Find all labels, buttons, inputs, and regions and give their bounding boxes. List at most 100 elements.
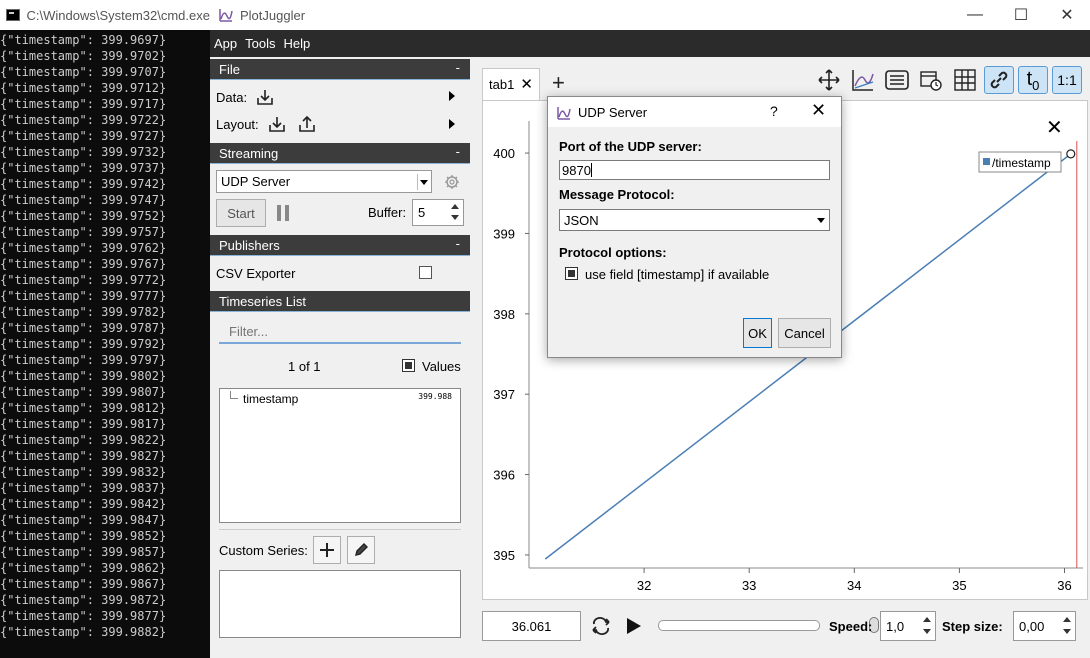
port-input[interactable]: 9870 [559, 160, 830, 180]
cancel-button[interactable]: Cancel [778, 318, 831, 348]
ratio-icon[interactable]: 1:1 [1052, 66, 1082, 94]
cmd-line: {"timestamp": 399.9712} [0, 81, 167, 95]
move-icon[interactable] [814, 66, 844, 94]
start-button[interactable]: Start [216, 199, 266, 227]
close-tab-icon[interactable]: ✕ [520, 75, 533, 93]
load-data-icon[interactable] [255, 88, 275, 106]
x-tick-label: 33 [742, 578, 756, 593]
timeseries-tree: timestamp 399.988 [219, 388, 461, 523]
cmd-line: {"timestamp": 399.9857} [0, 545, 167, 559]
add-tab-button[interactable]: + [552, 70, 565, 96]
cmd-line: {"timestamp": 399.9752} [0, 209, 167, 223]
time-offset-icon[interactable]: t0 [1018, 66, 1048, 94]
timeseries-section-header[interactable]: Timeseries List [210, 291, 470, 312]
left-panel: File - Data: Layout: Streaming - UDP Ser… [210, 57, 470, 658]
file-collapse-button[interactable]: - [456, 60, 460, 75]
plot-style-icon[interactable] [848, 66, 878, 94]
menu-app[interactable]: App [214, 36, 237, 51]
ok-button[interactable]: OK [743, 318, 772, 348]
edit-custom-series-button[interactable] [347, 536, 375, 564]
port-label: Port of the UDP server: [559, 139, 702, 154]
cmd-titlebar[interactable]: C:\Windows\System32\cmd.exe [0, 0, 210, 30]
close-plot-icon[interactable]: ✕ [1046, 115, 1063, 140]
spin-down-icon[interactable] [448, 213, 462, 224]
help-button[interactable]: ? [770, 103, 778, 119]
save-layout-icon[interactable] [297, 115, 317, 133]
cmd-line: {"timestamp": 399.9812} [0, 401, 167, 415]
list-icon[interactable] [882, 66, 912, 94]
csv-exporter-label: CSV Exporter [216, 266, 296, 281]
spin-up-icon[interactable] [448, 201, 462, 212]
publishers-collapse-button[interactable]: - [456, 236, 460, 251]
cmd-output: {"timestamp": 399.9697} {"timestamp": 399… [0, 32, 210, 640]
layout-label: Layout: [216, 116, 259, 132]
values-label: Values [422, 359, 461, 374]
protocol-select[interactable]: JSON [559, 209, 830, 231]
cmd-line: {"timestamp": 399.9777} [0, 289, 167, 303]
maximize-button[interactable]: ☐ [998, 0, 1044, 30]
close-window-button[interactable]: ✕ [1044, 0, 1090, 30]
grid-icon[interactable] [950, 66, 980, 94]
cmd-line: {"timestamp": 399.9742} [0, 177, 167, 191]
link-icon[interactable] [984, 66, 1014, 94]
menu-bar: App Tools Help [210, 30, 1090, 57]
menu-help[interactable]: Help [284, 36, 311, 51]
legend-label: /timestamp [992, 156, 1051, 170]
data-menu-arrow-icon[interactable] [449, 91, 455, 101]
dialog-titlebar[interactable]: UDP Server ? ✕ [548, 97, 841, 127]
values-checkbox[interactable] [402, 359, 415, 372]
gear-icon[interactable] [444, 174, 460, 190]
cmd-line: {"timestamp": 399.9787} [0, 321, 167, 335]
use-timestamp-checkbox[interactable] [565, 267, 578, 280]
layout-row: Layout: [216, 115, 317, 133]
y-tick-label: 397 [493, 387, 515, 402]
cmd-line: {"timestamp": 399.9717} [0, 97, 167, 111]
streaming-collapse-button[interactable]: - [456, 144, 460, 159]
step-size-label: Step size: [942, 619, 1003, 634]
layout-menu-arrow-icon[interactable] [449, 119, 455, 129]
play-icon[interactable] [625, 616, 643, 636]
add-custom-series-button[interactable] [313, 536, 341, 564]
spin-down-icon[interactable] [920, 627, 934, 638]
tab-tab1[interactable]: tab1 ✕ [482, 68, 540, 100]
streaming-source-select[interactable]: UDP Server [216, 170, 432, 193]
csv-exporter-checkbox[interactable] [419, 266, 432, 279]
spin-down-icon[interactable] [1060, 627, 1074, 638]
time-value-field[interactable]: 36.061 [482, 611, 581, 641]
spin-up-icon[interactable] [1060, 614, 1074, 625]
timeseries-filter-input[interactable] [219, 320, 461, 344]
y-tick-label: 398 [493, 307, 515, 322]
use-timestamp-label: use field [timestamp] if available [585, 267, 770, 282]
cmd-line: {"timestamp": 399.9782} [0, 305, 167, 319]
menu-tools[interactable]: Tools [245, 36, 275, 51]
cmd-window: C:\Windows\System32\cmd.exe {"timestamp"… [0, 0, 210, 658]
cmd-line: {"timestamp": 399.9862} [0, 561, 167, 575]
cmd-line: {"timestamp": 399.9797} [0, 353, 167, 367]
time-slider-track[interactable] [658, 620, 820, 631]
plotjuggler-logo-icon [219, 9, 233, 22]
cmd-line: {"timestamp": 399.9697} [0, 33, 167, 47]
step-size-spinbox[interactable]: 0,00 [1013, 611, 1076, 641]
publishers-section-header[interactable]: Publishers - [210, 235, 470, 256]
cmd-line: {"timestamp": 399.9722} [0, 113, 167, 127]
file-section-header[interactable]: File - [210, 59, 470, 80]
protocol-options-label: Protocol options: [559, 245, 667, 260]
timeseries-item-value: 399.988 [418, 392, 452, 401]
minimize-button[interactable]: — [952, 0, 998, 30]
cmd-line: {"timestamp": 399.9847} [0, 513, 167, 527]
load-layout-icon[interactable] [267, 115, 287, 133]
y-tick-label: 396 [493, 468, 515, 483]
spin-up-icon[interactable] [920, 614, 934, 625]
streaming-section-header[interactable]: Streaming - [210, 143, 470, 164]
close-dialog-button[interactable]: ✕ [811, 100, 826, 121]
pause-icon[interactable] [276, 204, 290, 222]
x-tick-label: 34 [847, 578, 861, 593]
cmd-line: {"timestamp": 399.9762} [0, 241, 167, 255]
timeseries-item-name[interactable]: timestamp [243, 392, 298, 406]
tab-label: tab1 [489, 77, 515, 92]
calendar-clock-icon[interactable] [916, 66, 946, 94]
loop-icon[interactable] [590, 616, 612, 636]
cmd-line: {"timestamp": 399.9852} [0, 529, 167, 543]
buffer-spinbox[interactable]: 5 [412, 199, 464, 226]
speed-spinbox[interactable]: 1,0 [880, 611, 936, 641]
